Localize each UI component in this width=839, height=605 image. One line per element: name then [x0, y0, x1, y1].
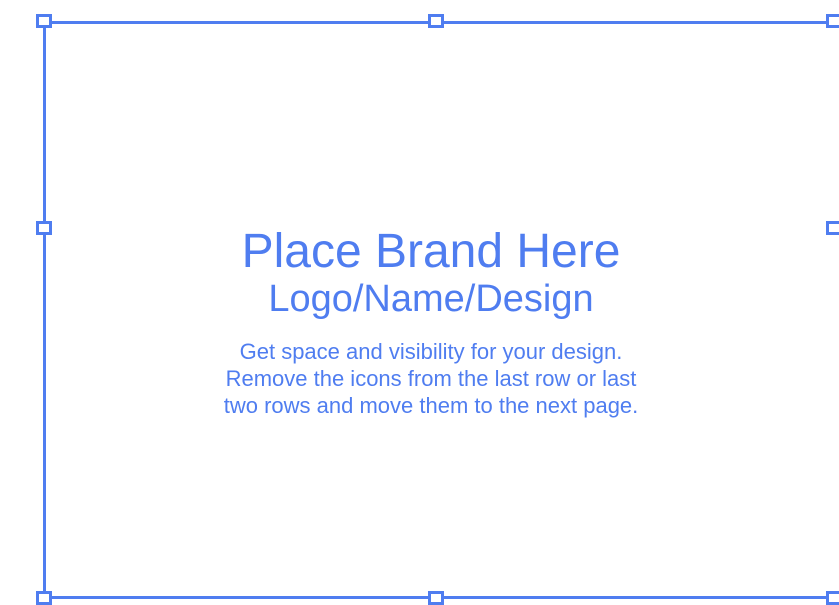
resize-handle-top-middle[interactable]	[428, 14, 444, 28]
instruction-line: two rows and move them to the next page.	[223, 393, 639, 418]
brand-title: Place Brand Here	[241, 225, 621, 278]
brand-placeholder: Place Brand Here Logo/Name/Design Get sp…	[43, 226, 819, 419]
brand-subtitle: Logo/Name/Design	[268, 278, 594, 320]
resize-handle-bottom-left[interactable]	[36, 591, 52, 605]
instruction-line: Get space and visibility for your design…	[239, 339, 623, 364]
resize-handle-top-left[interactable]	[36, 14, 52, 28]
resize-handle-middle-right[interactable]	[826, 221, 839, 235]
instruction-line: Remove the icons from the last row or la…	[225, 366, 637, 391]
resize-handle-bottom-middle[interactable]	[428, 591, 444, 605]
resize-handle-bottom-right[interactable]	[826, 591, 839, 605]
resize-handle-top-right[interactable]	[826, 14, 839, 28]
brand-instructions: Get space and visibility for your design…	[43, 338, 819, 419]
